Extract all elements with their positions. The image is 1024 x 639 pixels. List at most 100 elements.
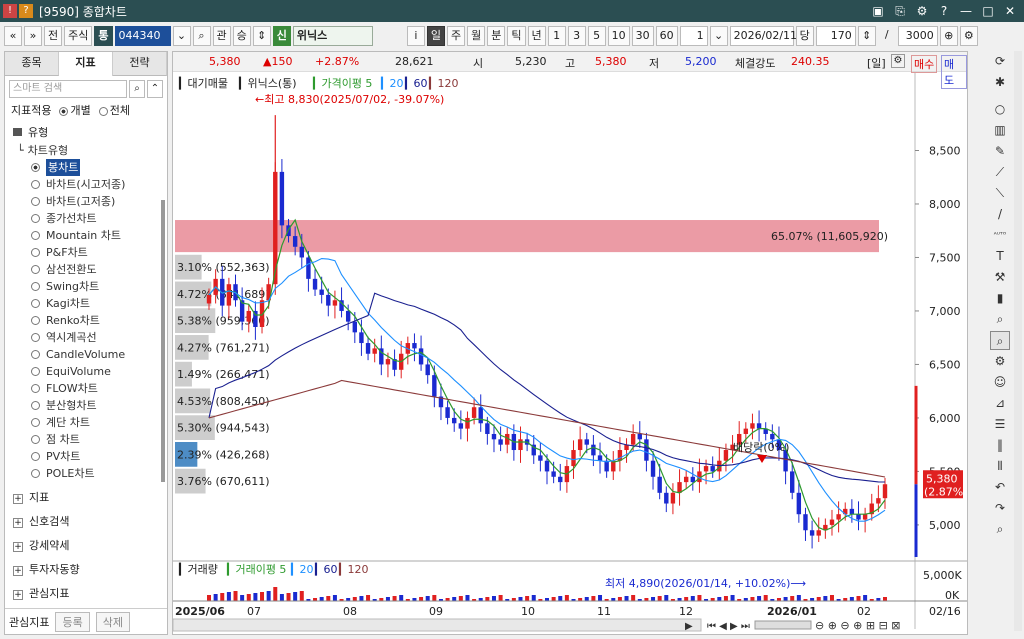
tab-stocks[interactable]: 종목 xyxy=(5,52,59,76)
chart-type-item[interactable]: POLE차트 xyxy=(15,465,167,482)
toolbar-settings-icon[interactable]: ⚙ xyxy=(959,26,978,46)
chart-type-item[interactable]: Swing차트 xyxy=(15,278,167,295)
pencil-icon[interactable]: ✎ xyxy=(990,142,1010,161)
section-type[interactable]: 유형 xyxy=(13,124,159,140)
bar-icon[interactable]: ▥ xyxy=(990,121,1010,140)
grid2-icon[interactable]: ⦀ xyxy=(990,457,1010,476)
unit-input[interactable]: 1 xyxy=(679,26,708,46)
zoom2-icon[interactable]: ⌕ xyxy=(990,331,1010,350)
line-icon[interactable]: ⟋ xyxy=(990,163,1010,182)
bars-input[interactable]: 170 xyxy=(815,26,856,46)
candle-icon[interactable]: ▮ xyxy=(990,289,1010,308)
zoom-icon[interactable]: ⌕ xyxy=(990,310,1010,329)
period-tick[interactable]: 틱 xyxy=(507,26,526,46)
help-icon[interactable]: ? xyxy=(19,4,33,18)
redo-icon[interactable]: ↷ xyxy=(990,499,1010,518)
chart-type-item[interactable]: 계단 차트 xyxy=(15,414,167,431)
period-minute[interactable]: 분 xyxy=(487,26,506,46)
search2-icon[interactable]: ⌕ xyxy=(990,520,1010,539)
tab-indicators[interactable]: 지표 xyxy=(59,52,113,76)
count-30[interactable]: 30 xyxy=(631,26,654,46)
right-scrollbar[interactable] xyxy=(1014,51,1022,631)
period-month[interactable]: 월 xyxy=(467,26,486,46)
settings-icon[interactable]: ⚙ xyxy=(914,3,930,19)
chart-type-item[interactable]: 바차트(시고저종) xyxy=(15,176,167,193)
undo-icon[interactable]: ↶ xyxy=(990,478,1010,497)
chart-type-item[interactable]: PV차트 xyxy=(15,448,167,465)
period-year[interactable]: 년 xyxy=(527,26,546,46)
collapse-icon[interactable]: ⌃ xyxy=(147,80,163,98)
count-3[interactable]: 3 xyxy=(567,26,586,46)
chart-type-item[interactable]: 역시계곡선 xyxy=(15,329,167,346)
close-icon[interactable]: ✕ xyxy=(1002,3,1018,19)
count-1[interactable]: 1 xyxy=(547,26,566,46)
jeon-button[interactable]: 전 xyxy=(44,26,63,46)
sin-badge[interactable]: 신 xyxy=(272,26,291,46)
tree-head[interactable]: └ 차트유형 xyxy=(15,142,167,159)
chart-settings-icon[interactable]: ⚙ xyxy=(891,54,905,68)
search-icon[interactable]: ⌕ xyxy=(129,80,145,98)
chart-type-item[interactable]: Mountain 차트 xyxy=(15,227,167,244)
register-button[interactable]: 등록 xyxy=(55,611,90,632)
chart-type-item[interactable]: 봉차트 xyxy=(15,159,167,176)
chart-type-item[interactable]: Kagi차트 xyxy=(15,295,167,312)
market-type-select[interactable]: 주식 xyxy=(64,26,93,46)
prev-button[interactable]: « xyxy=(4,26,22,46)
tab-strategy[interactable]: 전략 xyxy=(113,52,167,76)
radio-individual[interactable]: 개별 xyxy=(59,102,91,118)
gwan-button[interactable]: 관 xyxy=(212,26,231,46)
date-input[interactable]: 2026/02/11 xyxy=(729,26,797,46)
tong-button[interactable]: 통 xyxy=(94,26,113,46)
help-window-icon[interactable]: ? xyxy=(936,3,952,19)
chart-type-item[interactable]: FLOW차트 xyxy=(15,380,167,397)
radio-all[interactable]: 전체 xyxy=(98,102,130,118)
auto-icon[interactable]: ᴬᵁᵀᴼ xyxy=(990,226,1010,245)
chart-type-item[interactable]: 바차트(고저종) xyxy=(15,193,167,210)
alert-icon[interactable]: ! xyxy=(3,4,17,18)
search-icon[interactable]: ⌕ xyxy=(192,26,211,46)
text-icon[interactable]: T xyxy=(990,247,1010,266)
price-chart[interactable]: ▎대기매물 ▎위닉스(통) ▎가격이평 5 ▎20 ▎60 ▎1208,5008,0007… xyxy=(173,73,967,633)
count-60[interactable]: 60 xyxy=(655,26,678,46)
indicator-group[interactable]: + 지표 xyxy=(5,486,167,510)
link-icon[interactable]: ⎘ xyxy=(892,3,908,19)
bars-spin-icon[interactable]: ⇕ xyxy=(857,26,876,46)
refresh-icon[interactable]: ⟳ xyxy=(990,52,1010,71)
period-day[interactable]: 일 xyxy=(426,26,445,46)
left-scrollbar[interactable] xyxy=(161,200,165,482)
dang-button[interactable]: 당 xyxy=(795,26,814,46)
chart-type-item[interactable]: 종가선차트 xyxy=(15,210,167,227)
stock-code-input[interactable]: 044340 xyxy=(114,26,171,46)
indicator-group[interactable]: + 신호검색 xyxy=(5,510,167,534)
shape-icon[interactable]: ⊿ xyxy=(990,394,1010,413)
trend-icon[interactable]: / xyxy=(990,205,1010,224)
zoom-icon[interactable]: ⊕ xyxy=(939,26,958,46)
indicator-group[interactable]: + 강세약세 xyxy=(5,534,167,558)
updown-icon[interactable]: ⇕ xyxy=(252,26,271,46)
maximize-icon[interactable]: □ xyxy=(980,3,996,19)
chart-type-item[interactable]: Renko차트 xyxy=(15,312,167,329)
code-dropdown-icon[interactable]: ⌄ xyxy=(172,26,191,46)
chart-type-item[interactable]: 삼선전환도 xyxy=(15,261,167,278)
tool-icon[interactable]: ⚒ xyxy=(990,268,1010,287)
line2-icon[interactable]: ⟍ xyxy=(990,184,1010,203)
seung-button[interactable]: 승 xyxy=(232,26,251,46)
indicator-group[interactable]: + 관심지표 xyxy=(5,582,167,606)
unit-dropdown-icon[interactable]: ⌄ xyxy=(709,26,728,46)
chart-type-item[interactable]: P&F차트 xyxy=(15,244,167,261)
period-week[interactable]: 주 xyxy=(447,26,466,46)
config-icon[interactable]: ✱ xyxy=(990,73,1010,92)
buy-button[interactable]: 매수 xyxy=(911,55,938,73)
circle-icon[interactable]: ○ xyxy=(990,100,1010,119)
save-icon[interactable]: ▣ xyxy=(870,3,886,19)
indicator-group[interactable]: + 투자자동향 xyxy=(5,558,167,582)
count-5[interactable]: 5 xyxy=(587,26,606,46)
chart-type-item[interactable]: CandleVolume xyxy=(15,346,167,363)
info-button[interactable]: i xyxy=(406,26,425,46)
gear2-icon[interactable]: ⚙ xyxy=(990,352,1010,371)
grid-icon[interactable]: ‖ xyxy=(990,436,1010,455)
count-10[interactable]: 10 xyxy=(607,26,630,46)
delete-button[interactable]: 삭제 xyxy=(95,611,130,632)
chart-type-item[interactable]: 분산형차트 xyxy=(15,397,167,414)
minimize-icon[interactable]: — xyxy=(958,3,974,19)
